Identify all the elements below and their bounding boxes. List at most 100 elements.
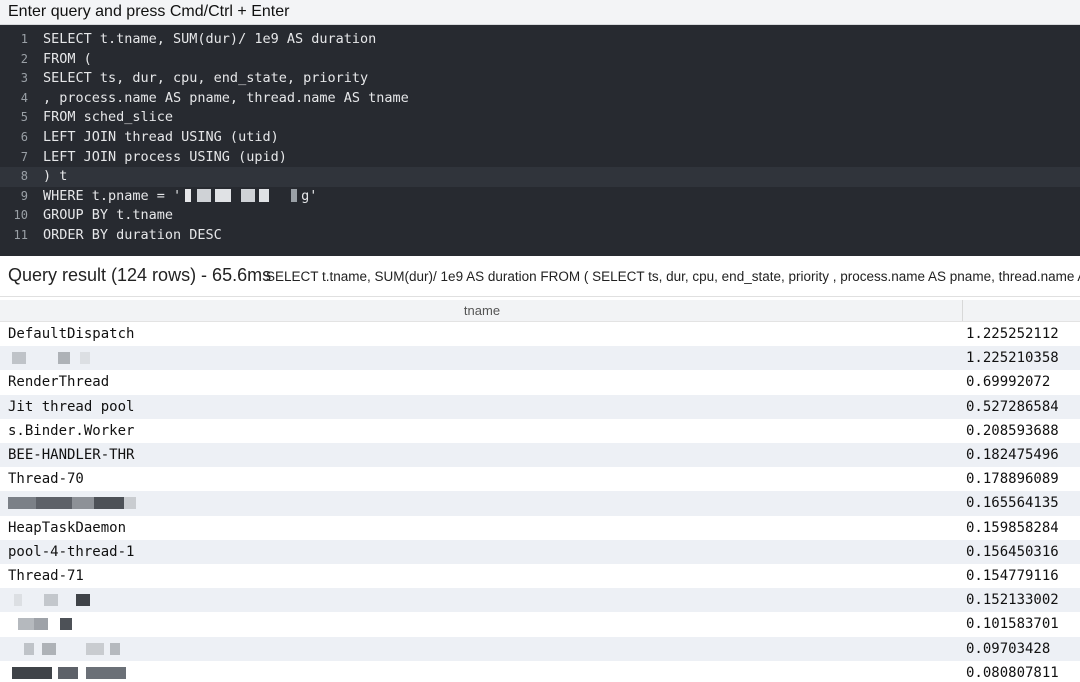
redacted-block [58,352,70,365]
editor-line[interactable]: 10 GROUP BY t.tname [0,206,1080,226]
duration-cell: 0.182475496 [966,447,1059,463]
code-text: SELECT ts, dur, cpu, end_state, priority [43,70,369,87]
editor-line[interactable]: 9 WHERE t.pname = ' g' [0,187,1080,207]
line-number: 5 [20,110,28,125]
query-hint: Enter query and press Cmd/Ctrl + Enter [0,0,1080,25]
column-divider[interactable] [962,300,963,321]
tname-cell: Jit thread pool [8,398,135,415]
redacted-block [259,189,270,203]
table-row[interactable]: Thread-71 0.154779116 [0,564,1080,588]
redacted-block [94,497,124,510]
duration-cell: 0.101583701 [966,616,1059,633]
table-row[interactable]: HeapTaskDaemon 0.159858284 [0,516,1080,540]
duration-cell: 0.527286584 [966,398,1059,415]
redacted-block [124,497,136,510]
duration-cell: 0.208593688 [966,422,1059,439]
redacted-block [12,666,52,679]
editor-line-active[interactable]: 8 ) t [0,167,1080,187]
redacted-block [197,189,212,203]
table-row[interactable]: pool-4-thread-1 0.156450316 [0,539,1080,564]
code-text: LEFT JOIN thread USING (utid) [43,129,279,145]
tname-cell: RenderThread [8,374,110,391]
table-row[interactable]: Jit thread pool 0.527286584 [0,394,1080,419]
code-text: WHERE t.pname = ' g' [43,187,317,207]
duration-cell: 0.178896089 [966,471,1059,488]
redacted-block [18,618,34,631]
code-text: GROUP BY t.tname [43,207,174,224]
line-number: 9 [20,188,28,203]
code-text: ORDER BY duration DESC [43,227,222,243]
line-number: 7 [20,149,28,164]
redacted-block [291,189,298,203]
table-row[interactable]: 0.101583701 [0,612,1080,636]
code-text-suffix: g' [301,187,318,204]
query-result-text: SELECT t.tname, SUM(dur)/ 1e9 AS duratio… [266,269,1080,284]
redacted-block [34,618,48,631]
duration-cell: 0.165564135 [966,495,1059,512]
tname-cell [8,491,958,515]
editor-line[interactable]: 6 LEFT JOIN thread USING (utid) [0,128,1080,148]
editor-line[interactable]: 4 , process.name AS pname, thread.name AS… [0,89,1080,109]
code-text: ) t [43,168,68,185]
table-row[interactable]: s.Binder.Worker 0.208593688 [0,419,1080,443]
redacted-block [12,352,26,365]
line-number: 11 [13,228,28,242]
line-number: 1 [20,32,28,46]
table-row[interactable]: Thread-70 0.178896089 [0,467,1080,491]
code-text: , process.name AS pname, thread.name AS … [43,89,409,106]
duration-cell: 0.159858284 [966,519,1059,536]
redacted-block [241,189,256,203]
duration-cell: 0.152133002 [966,592,1059,609]
redacted-block [80,352,90,365]
line-number: 3 [20,71,28,86]
code-text: FROM sched_slice [43,109,174,126]
redacted-block [86,666,126,679]
code-text: SELECT t.tname, SUM(dur)/ 1e9 AS duratio… [43,31,377,47]
query-result-title: Query result (124 rows) - 65.6ms [8,265,272,285]
tname-cell [8,637,958,661]
redacted-block [86,642,104,655]
table-row[interactable]: DefaultDispatch 1.225252112 [0,322,1080,346]
duration-cell: 0.080807811 [966,664,1059,681]
editor-line[interactable]: 3 SELECT ts, dur, cpu, end_state, priorit… [0,69,1080,89]
editor-line[interactable]: 7 LEFT JOIN process USING (upid) [0,148,1080,168]
redacted-block [110,642,120,655]
redacted-block [42,642,56,655]
editor-line[interactable]: 5 FROM sched_slice [0,108,1080,128]
table-row[interactable]: 0.09703428 [0,636,1080,661]
duration-cell: 0.09703428 [966,640,1051,657]
line-number: 10 [13,208,28,223]
redacted-block [44,594,58,607]
tname-cell: Thread-70 [8,471,84,488]
redacted-block [8,497,36,510]
redacted-block [76,594,90,607]
tname-cell: s.Binder.Worker [8,422,135,439]
query-editor[interactable]: 1 SELECT t.tname, SUM(dur)/ 1e9 AS durati… [0,25,1080,256]
code-text-prefix: WHERE t.pname = ' [43,187,182,204]
duration-cell: 0.156450316 [966,543,1059,560]
table-row[interactable]: 0.080807811 [0,661,1080,682]
table-row[interactable]: 1.225210358 [0,346,1080,371]
table-row[interactable]: BEE-HANDLER-THR 0.182475496 [0,443,1080,468]
editor-line[interactable]: 11 ORDER BY duration DESC [0,226,1080,246]
tname-cell: pool-4-thread-1 [8,543,135,560]
tname-cell [8,612,958,636]
redacted-block [14,594,22,607]
table-row[interactable]: 0.165564135 [0,491,1080,516]
code-text: LEFT JOIN process USING (upid) [43,148,287,165]
column-header-tname[interactable]: tname [4,300,960,321]
editor-line[interactable]: 1 SELECT t.tname, SUM(dur)/ 1e9 AS durati… [0,30,1080,50]
line-number: 8 [20,169,28,184]
redacted-block [185,189,192,203]
editor-line[interactable]: 2 FROM ( [0,50,1080,70]
tname-cell [8,588,958,612]
redacted-block [36,497,72,510]
table-row[interactable]: 0.152133002 [0,588,1080,613]
table-header: tname [0,300,1080,322]
result-table: tname DefaultDispatch 1.225252112 1.22521… [0,300,1080,682]
duration-cell: 0.154779116 [966,568,1059,584]
code-text: FROM ( [43,50,92,67]
table-row[interactable]: RenderThread 0.69992072 [0,370,1080,394]
tname-cell [8,346,958,370]
redacted-block [60,618,72,631]
